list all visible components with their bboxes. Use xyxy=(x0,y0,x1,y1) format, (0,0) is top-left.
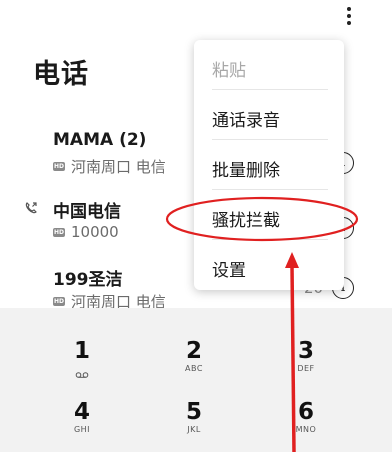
menu-divider xyxy=(212,239,328,240)
menu-item-settings[interactable]: 设置 xyxy=(212,256,246,281)
menu-item-spam-block[interactable]: 骚扰拦截 xyxy=(212,206,280,231)
key-digit: 1 xyxy=(73,338,90,364)
menu-item-call-recording[interactable]: 通话录音 xyxy=(212,106,280,131)
key-letters: JKL xyxy=(187,425,201,434)
caller-subtext: HD 10000 xyxy=(53,223,119,241)
key-letters: DEF xyxy=(297,364,315,373)
page-title: 电话 xyxy=(33,59,89,90)
caller-name: 199圣洁 xyxy=(53,270,123,290)
key-digit: 3 xyxy=(297,338,314,364)
call-forward-icon xyxy=(25,202,37,214)
key-letters: MNO xyxy=(295,425,317,434)
menu-divider xyxy=(212,189,328,190)
hd-icon: HD xyxy=(53,297,65,306)
menu-item-batch-delete[interactable]: 批量删除 xyxy=(212,156,280,181)
key-letters: GHI xyxy=(73,425,91,434)
key-digit: 2 xyxy=(185,338,202,364)
more-vertical-icon[interactable] xyxy=(340,4,358,32)
key-1[interactable]: 1 xyxy=(42,338,122,383)
hd-icon: HD xyxy=(53,227,65,237)
caller-subtext: HD 河南周口 电信 xyxy=(53,156,166,177)
voicemail-icon xyxy=(75,372,89,378)
dial-keypad: 1 2 ABC 3 DEF 4 GHI 5 JKL 6 MNO xyxy=(0,308,392,452)
menu-divider xyxy=(212,89,328,90)
key-digit: 6 xyxy=(297,399,314,425)
key-2[interactable]: 2 ABC xyxy=(154,338,234,374)
hd-icon: HD xyxy=(53,162,65,171)
menu-item-paste[interactable]: 粘贴 xyxy=(212,56,246,81)
key-6[interactable]: 6 MNO xyxy=(266,399,346,435)
caller-number: 10000 xyxy=(71,223,119,241)
key-4[interactable]: 4 GHI xyxy=(42,399,122,435)
key-digit: 5 xyxy=(185,399,202,425)
caller-name: 中国电信 xyxy=(53,202,121,222)
key-digit: 4 xyxy=(73,399,90,425)
overflow-menu: 粘贴 通话录音 批量删除 骚扰拦截 设置 xyxy=(194,40,344,290)
key-5[interactable]: 5 JKL xyxy=(154,399,234,435)
caller-location: 河南周口 电信 xyxy=(71,158,166,176)
key-3[interactable]: 3 DEF xyxy=(266,338,346,374)
menu-divider xyxy=(212,139,328,140)
top-bar xyxy=(0,0,392,40)
key-letters: ABC xyxy=(185,364,203,373)
caller-name: MAMA (2) xyxy=(53,130,147,150)
